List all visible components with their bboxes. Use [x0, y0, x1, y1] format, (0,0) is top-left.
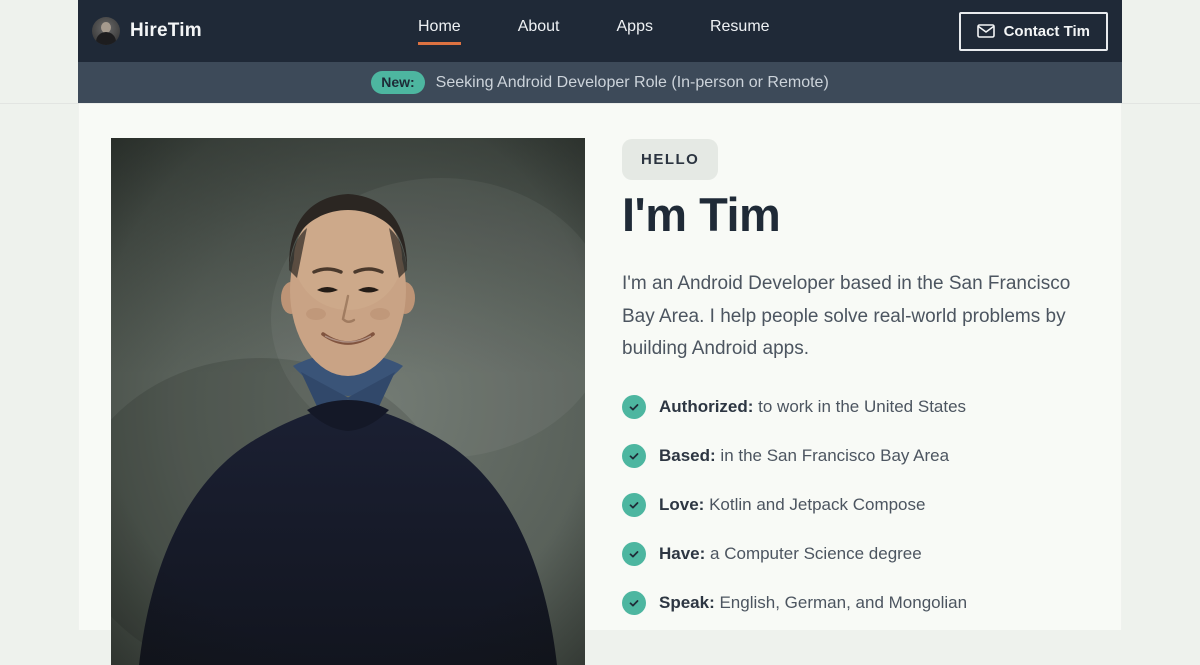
fact-list: Authorized: to work in the United States… — [622, 395, 1100, 615]
check-icon — [622, 493, 646, 517]
fact-item-based: Based: in the San Francisco Bay Area — [622, 444, 1100, 468]
fact-item-have: Have: a Computer Science degree — [622, 542, 1100, 566]
fact-text: Love: Kotlin and Jetpack Compose — [659, 495, 925, 515]
fact-text: Authorized: to work in the United States — [659, 397, 966, 417]
hero-description: I'm an Android Developer based in the Sa… — [622, 268, 1097, 367]
mail-icon — [977, 24, 995, 38]
fact-text: Have: a Computer Science degree — [659, 544, 922, 564]
brand-avatar-icon — [92, 17, 120, 45]
header-divider — [0, 103, 1200, 104]
hero-section: HELLO I'm Tim I'm an Android Developer b… — [622, 139, 1100, 640]
brand-logo[interactable]: HireTim — [92, 17, 202, 45]
site-header: HireTim Home About Apps Resume Contact T… — [78, 0, 1122, 62]
hello-badge: HELLO — [622, 139, 718, 180]
contact-button-label: Contact Tim — [1004, 23, 1090, 40]
main-nav: Home About Apps Resume — [418, 0, 770, 62]
check-icon — [622, 542, 646, 566]
nav-item-resume[interactable]: Resume — [710, 18, 770, 45]
nav-item-home[interactable]: Home — [418, 18, 461, 45]
fact-item-authorized: Authorized: to work in the United States — [622, 395, 1100, 419]
check-icon — [622, 395, 646, 419]
check-icon — [622, 591, 646, 615]
avatar-body-shape — [96, 32, 116, 45]
fact-text: Speak: English, German, and Mongolian — [659, 593, 967, 613]
nav-item-apps[interactable]: Apps — [617, 18, 653, 45]
fact-item-speak: Speak: English, German, and Mongolian — [622, 591, 1100, 615]
page: HireTim Home About Apps Resume Contact T… — [0, 0, 1200, 630]
page-title: I'm Tim — [622, 189, 1100, 241]
announcement-text: Seeking Android Developer Role (In-perso… — [436, 74, 829, 92]
contact-button[interactable]: Contact Tim — [959, 12, 1108, 51]
check-icon — [622, 444, 646, 468]
announcement-banner: New: Seeking Android Developer Role (In-… — [78, 62, 1122, 103]
nav-item-about[interactable]: About — [518, 18, 560, 45]
new-badge: New: — [371, 71, 424, 94]
brand-name: HireTim — [130, 20, 202, 42]
portrait-photo — [111, 138, 585, 665]
fact-item-love: Love: Kotlin and Jetpack Compose — [622, 493, 1100, 517]
fact-text: Based: in the San Francisco Bay Area — [659, 446, 949, 466]
